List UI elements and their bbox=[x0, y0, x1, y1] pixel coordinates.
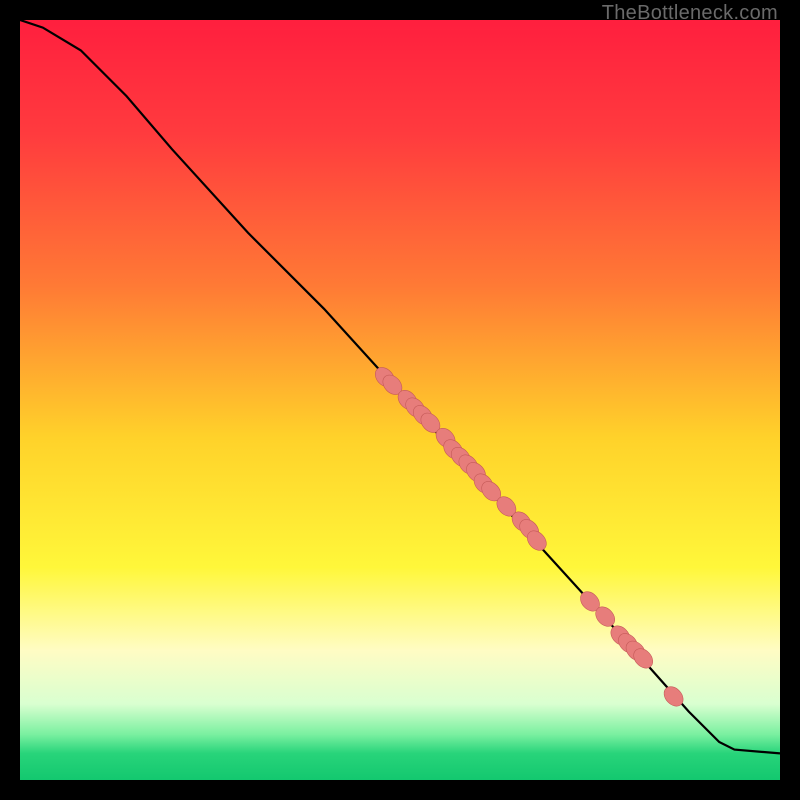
plot-area bbox=[20, 20, 780, 780]
data-point bbox=[660, 683, 687, 710]
chart-frame: TheBottleneck.com bbox=[0, 0, 800, 800]
scatter-points bbox=[20, 20, 780, 780]
